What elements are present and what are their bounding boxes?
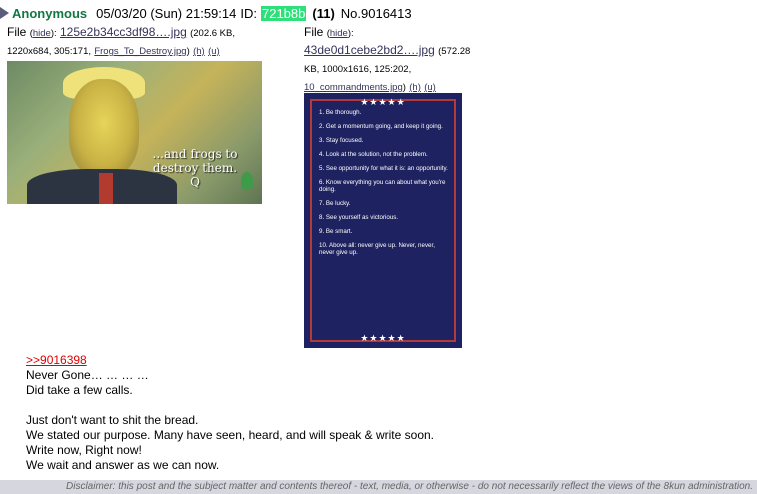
commandment-item: 3. Stay focused. — [319, 137, 364, 144]
original-file-name-link[interactable]: Frogs_To_Destroy.jpg — [94, 46, 186, 57]
poster-name: Anonymous — [12, 5, 88, 21]
id-label: ID: — [240, 5, 257, 21]
file-label: File — [7, 25, 27, 39]
thumbnail-face-shape — [69, 79, 139, 177]
hash-link[interactable]: (h) — [409, 82, 421, 93]
reply-link[interactable]: >>9016398 — [26, 353, 434, 368]
stars-bottom-icon: ★★★★★ — [360, 333, 406, 343]
file-name-link[interactable]: 43de0d1cebe2bd2….jpg — [304, 43, 435, 57]
unspoiler-link[interactable]: (u) — [208, 46, 220, 57]
commandment-item: 6. Know everything you can about what yo… — [319, 179, 446, 193]
commandment-item: 10. Above all: never give up. Never, nev… — [319, 242, 435, 256]
post-header: Anonymous 05/03/20 (Sun) 21:59:14 ID: 72… — [0, 4, 412, 22]
commandment-item: 4. Look at the solution, not the problem… — [319, 151, 428, 158]
image-thumbnail-frogs[interactable]: ...and frogs to destroy them. Q — [7, 61, 262, 204]
body-line: Just don't want to shit the bread. — [26, 413, 199, 427]
file-size: (572.28 — [438, 46, 471, 57]
reply-count: (11) — [312, 5, 335, 21]
hash-link[interactable]: (h) — [193, 46, 205, 57]
unspoiler-link[interactable]: (u) — [424, 82, 436, 93]
file-info-1: File (hide): 125e2b34cc3df98….jpg (202.6… — [7, 25, 235, 57]
original-file-name-link[interactable]: 10_commandments.jpg — [304, 82, 403, 93]
hide-file-link[interactable]: hide — [33, 28, 51, 39]
commandment-item: 1. Be thorough. — [319, 109, 362, 116]
commandment-item: 2. Get a momentum going, and keep it goi… — [319, 123, 443, 130]
body-line — [26, 398, 434, 413]
frog-icon — [241, 172, 253, 190]
file-size: (202.6 KB, — [190, 28, 235, 39]
stars-top-icon: ★★★★★ — [360, 97, 406, 107]
hide-file-link[interactable]: hide — [330, 28, 348, 39]
commandment-item: 7. Be lucky. — [319, 200, 351, 207]
file-dimensions: KB, 1000x1616, 125:202, — [304, 64, 412, 75]
commandments-list: 1. Be thorough. 2. Get a momentum going,… — [319, 109, 451, 263]
poster-id-badge[interactable]: 721b8b — [260, 5, 307, 21]
file-label: File — [304, 25, 324, 39]
file-dimensions: 1220x684, 305:171, — [7, 46, 91, 57]
post-number-link[interactable]: No.9016413 — [341, 6, 412, 21]
thumbnail-tie-shape — [99, 173, 113, 204]
file-name-link[interactable]: 125e2b34cc3df98….jpg — [60, 25, 187, 39]
commandment-item: 8. See yourself as victorious. — [319, 214, 399, 221]
body-line: We stated our purpose. Many have seen, h… — [26, 428, 435, 442]
post-menu-arrow-icon[interactable] — [0, 7, 9, 19]
body-line: Write now, Right now! — [26, 443, 142, 457]
commandment-item: 9. Be smart. — [319, 228, 353, 235]
body-line: Did take a few calls. — [26, 383, 133, 397]
post-body: >>9016398 Never Gone… … … … Did take a f… — [26, 353, 434, 473]
file-info-2: File (hide): 43de0d1cebe2bd2….jpg (572.2… — [304, 25, 471, 93]
thumbnail-caption: ...and frogs to destroy them. Q — [152, 147, 238, 189]
post-date: 05/03/20 (Sun) 21:59:14 — [96, 5, 237, 21]
image-thumbnail-commandments[interactable]: ★★★★★ 1. Be thorough. 2. Get a momentum … — [304, 93, 462, 348]
commandment-item: 5. See opportunity for what it is: an op… — [319, 165, 448, 172]
disclaimer-bar: Disclaimer: this post and the subject ma… — [0, 480, 757, 494]
body-line: We wait and answer as we can now. — [26, 458, 220, 472]
body-line: Never Gone… … … … — [26, 368, 149, 382]
